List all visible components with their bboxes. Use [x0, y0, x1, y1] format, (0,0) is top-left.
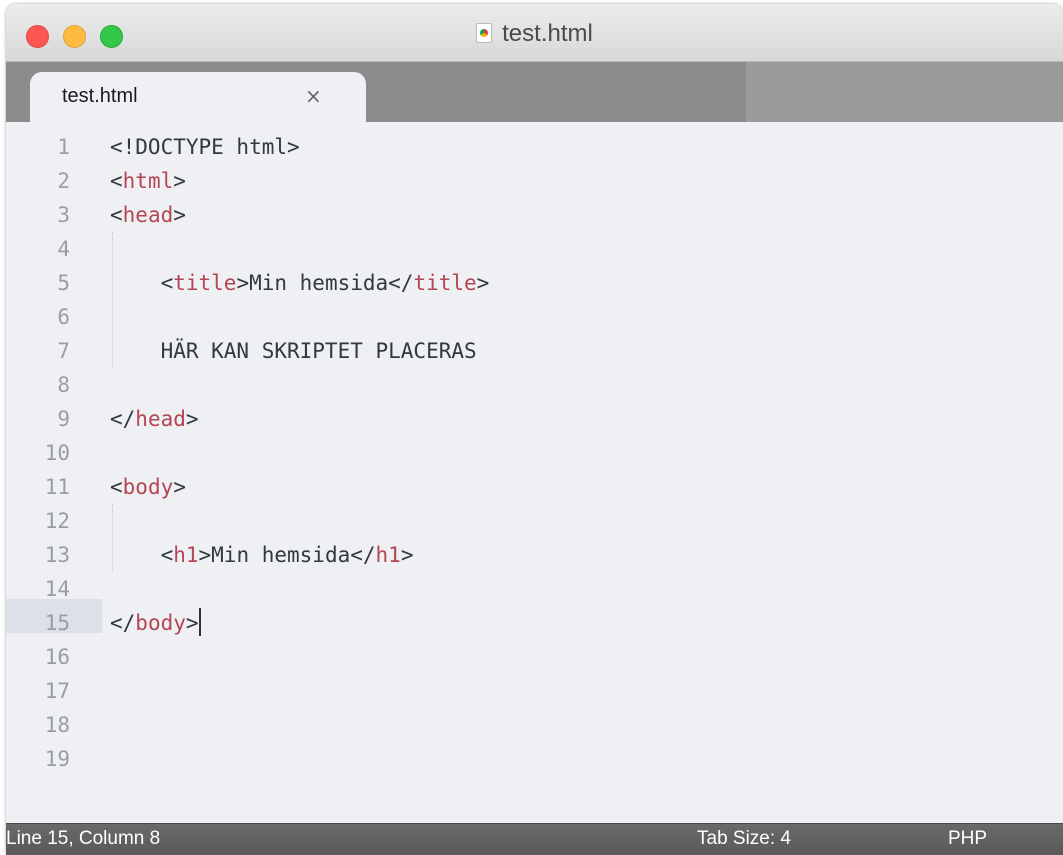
code-line[interactable]: [110, 504, 1063, 538]
code-token: >Min hemsida</: [198, 543, 376, 567]
code-line[interactable]: [110, 708, 1063, 742]
code-token: <: [110, 475, 123, 499]
line-number: 14: [44, 577, 70, 601]
code-line[interactable]: [110, 674, 1063, 708]
code-token: >: [476, 271, 490, 295]
code-token: </: [110, 611, 136, 635]
line-number: 11: [44, 475, 70, 499]
syntax-button[interactable]: PHP: [948, 828, 987, 850]
code-token: >: [400, 543, 414, 567]
line-number: 7: [57, 339, 70, 363]
code-line[interactable]: <!DOCTYPE html>: [110, 130, 1063, 164]
code-line[interactable]: <title>Min hemsida</title>: [110, 266, 1063, 300]
code-token: </: [110, 407, 136, 431]
line-number: 3: [57, 203, 70, 227]
code-token: >: [173, 475, 186, 499]
code-line[interactable]: <html>: [110, 164, 1063, 198]
line-number: 18: [44, 713, 70, 737]
tab-bar: test.html ×: [6, 62, 1063, 124]
line-number: 1: [57, 135, 70, 159]
file-icon: [476, 23, 493, 43]
title-bar: test.html: [6, 4, 1063, 62]
code-line[interactable]: [110, 742, 1063, 776]
editor-window: test.html test.html × 1 2 3 4 5 6 7 8 9 10 11 12 13 1…: [6, 4, 1063, 855]
tab-label: test.html: [62, 85, 138, 107]
code-token: >: [185, 407, 199, 431]
line-number: 8: [57, 373, 70, 397]
tab-close-icon[interactable]: ×: [305, 84, 322, 108]
tag-name-token: h1: [173, 543, 199, 567]
code-line[interactable]: </body>: [110, 606, 1063, 640]
code-line[interactable]: </head>: [110, 402, 1063, 436]
line-number: 15: [44, 611, 70, 635]
code-line[interactable]: [110, 640, 1063, 674]
tag-name-token: h1: [375, 543, 401, 567]
line-number: 12: [44, 509, 70, 533]
tab-test-html[interactable]: test.html ×: [30, 72, 366, 124]
code-token: >: [173, 169, 186, 193]
line-number: 17: [44, 679, 70, 703]
line-number: 4: [57, 237, 70, 261]
line-number: 10: [44, 441, 70, 465]
code-token: <!DOCTYPE html>: [110, 135, 300, 159]
window-title: test.html: [502, 20, 593, 47]
tag-name-token: body: [122, 475, 174, 499]
window-title-container: test.html: [6, 20, 1063, 48]
tab-size-button[interactable]: Tab Size: 4: [697, 828, 791, 850]
tag-name-token: head: [135, 407, 186, 431]
code-line[interactable]: HÄR KAN SKRIPTET PLACERAS: [110, 334, 1063, 368]
line-number-gutter: 1 2 3 4 5 6 7 8 9 10 11 12 13 14 15 16 17 18 19: [6, 130, 70, 776]
code-editor[interactable]: 1 2 3 4 5 6 7 8 9 10 11 12 13 14 15 16 17 18 19 <!DOCTYPE …: [6, 122, 1063, 823]
line-number: 13: [44, 543, 70, 567]
code-line[interactable]: [110, 368, 1063, 402]
code-area[interactable]: <!DOCTYPE html> <html> <head> <title>Min h…: [110, 130, 1063, 776]
line-number: 9: [57, 407, 70, 431]
code-token: <: [110, 169, 123, 193]
tag-name-token: title: [173, 271, 237, 295]
line-number: 5: [57, 271, 70, 295]
code-line[interactable]: <head>: [110, 198, 1063, 232]
tag-name-token: html: [122, 169, 174, 193]
code-line[interactable]: <h1>Min hemsida</h1>: [110, 538, 1063, 572]
code-line[interactable]: [110, 572, 1063, 606]
code-token: <: [110, 543, 174, 567]
cursor-position: Line 15, Column 8: [6, 828, 161, 849]
code-token: HÄR KAN SKRIPTET PLACERAS: [110, 339, 477, 363]
line-number: 2: [57, 169, 70, 193]
line-number: 6: [57, 305, 70, 329]
tag-name-token: head: [122, 203, 174, 227]
code-token: <: [110, 203, 123, 227]
line-number: 16: [44, 645, 70, 669]
code-token: <: [110, 271, 174, 295]
code-line[interactable]: [110, 300, 1063, 334]
code-line[interactable]: [110, 436, 1063, 470]
line-number: 19: [44, 747, 70, 771]
code-line[interactable]: [110, 232, 1063, 266]
tag-name-token: body: [135, 611, 186, 635]
code-token: >: [173, 203, 186, 227]
text-cursor: [198, 608, 201, 636]
tag-name-token: title: [413, 271, 477, 295]
code-token: >: [185, 611, 199, 635]
status-bar: Line 15, Column 8 Tab Size: 4 PHP: [6, 823, 1063, 855]
code-token: >Min hemsida</: [236, 271, 414, 295]
code-line[interactable]: <body>: [110, 470, 1063, 504]
